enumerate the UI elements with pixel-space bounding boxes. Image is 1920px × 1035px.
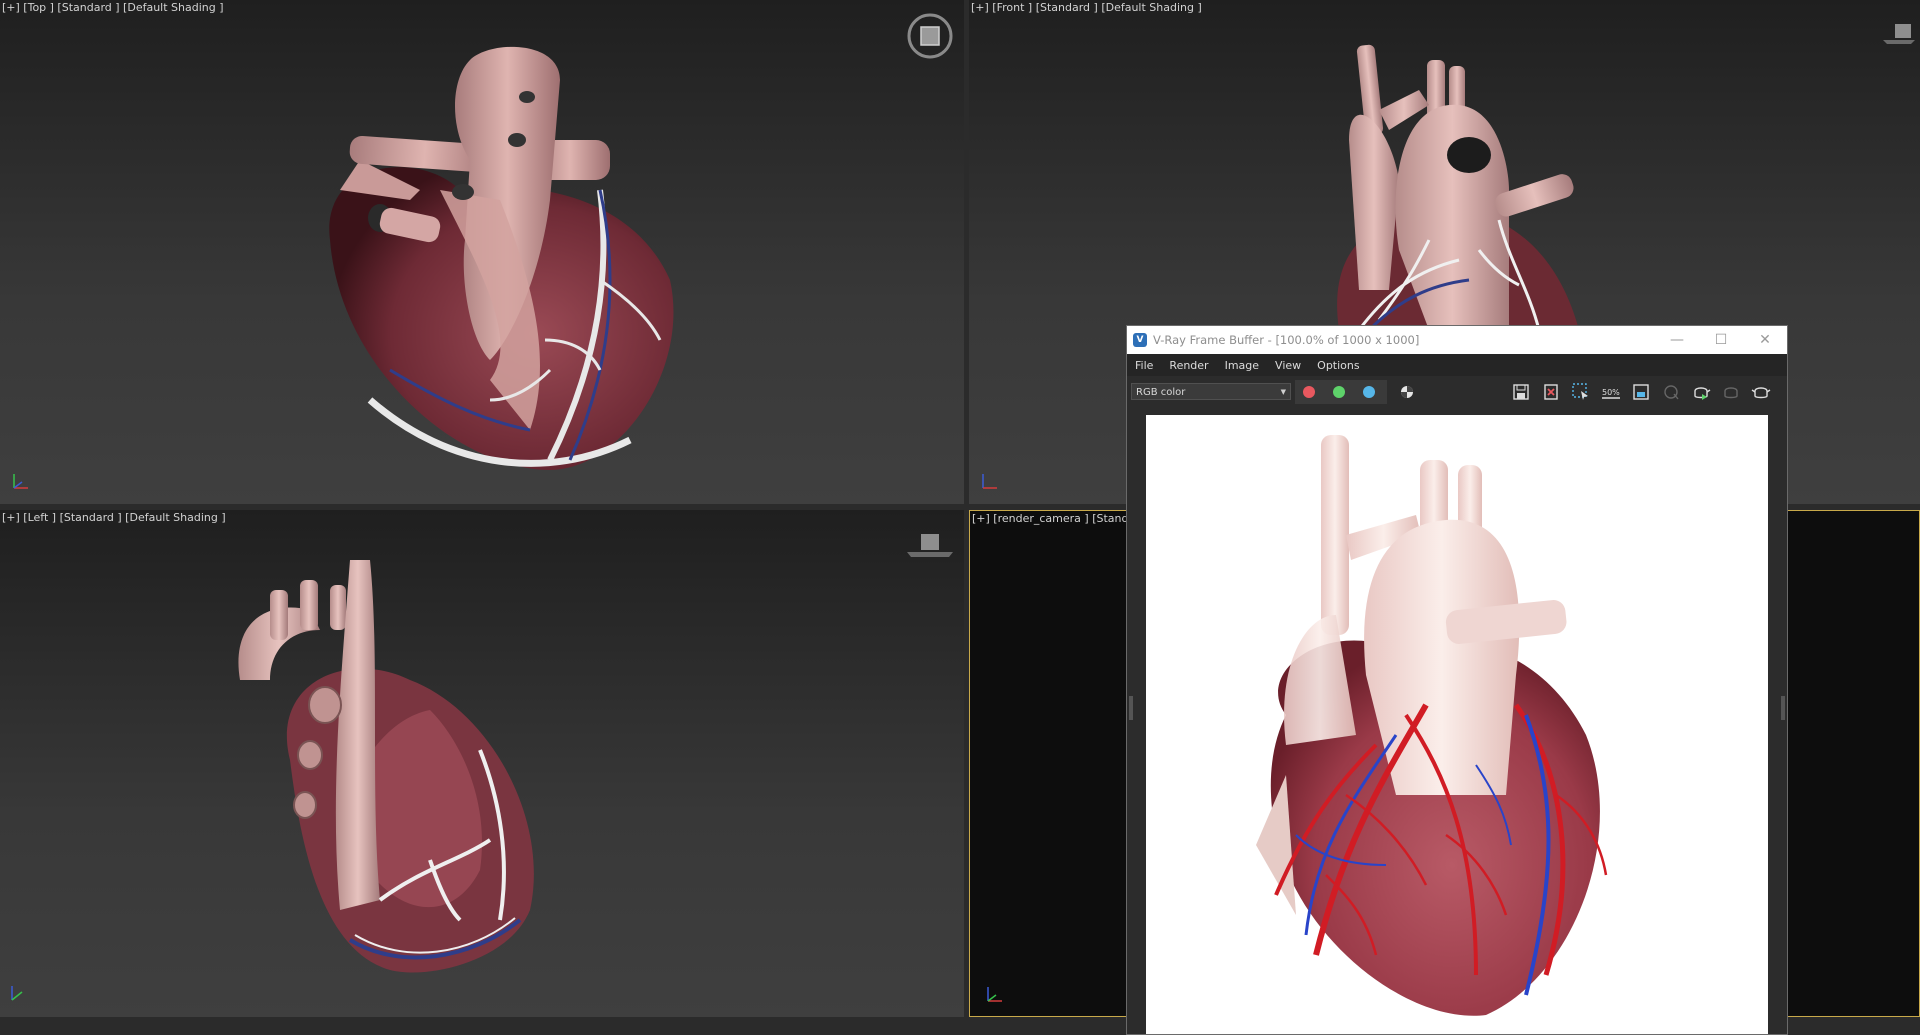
viewcube-icon[interactable] bbox=[905, 530, 955, 560]
red-channel-button[interactable] bbox=[1303, 386, 1315, 398]
region-select-icon[interactable] bbox=[1571, 382, 1591, 402]
heart-model-left bbox=[238, 560, 534, 973]
vfb-toolbar: RGB color ▼ 50% bbox=[1127, 376, 1787, 408]
left-resize-handle[interactable] bbox=[1129, 696, 1133, 720]
heart-model-front bbox=[1337, 44, 1579, 330]
alpha-channel-icon[interactable] bbox=[1397, 382, 1417, 402]
viewport-front-label[interactable]: [+] [Front ] [Standard ] [Default Shadin… bbox=[971, 1, 1202, 14]
menu-options[interactable]: Options bbox=[1309, 359, 1367, 372]
axis-tripod-icon bbox=[13, 474, 28, 489]
axis-tripod-icon bbox=[982, 474, 997, 489]
right-resize-handle[interactable] bbox=[1781, 696, 1785, 720]
close-button[interactable]: ✕ bbox=[1743, 326, 1787, 354]
channel-toggle-group bbox=[1295, 380, 1387, 404]
minimize-button[interactable]: — bbox=[1655, 326, 1699, 354]
vfb-title-bar[interactable]: V V-Ray Frame Buffer - [100.0% of 1000 x… bbox=[1127, 326, 1787, 354]
rendered-heart bbox=[1256, 435, 1608, 1016]
viewcube-icon[interactable] bbox=[1881, 18, 1917, 48]
axis-tripod-icon bbox=[11, 986, 23, 1001]
last-region-icon[interactable] bbox=[1661, 382, 1681, 402]
zoom-50-text: 50% bbox=[1602, 388, 1620, 397]
viewport-left[interactable]: [+] [Left ] [Standard ] [Default Shading… bbox=[0, 510, 964, 1017]
vfb-menu-bar: File Render Image View Options bbox=[1127, 354, 1787, 376]
save-icon[interactable] bbox=[1511, 382, 1531, 402]
menu-image[interactable]: Image bbox=[1217, 359, 1267, 372]
green-channel-button[interactable] bbox=[1333, 386, 1345, 398]
viewport-top[interactable]: [+] [Top ] [Standard ] [Default Shading … bbox=[0, 0, 964, 504]
blue-channel-button[interactable] bbox=[1363, 386, 1375, 398]
viewport-camera-label[interactable]: [+] [render_camera ] [Standard bbox=[972, 512, 1147, 525]
channel-select-value: RGB color bbox=[1136, 387, 1186, 398]
render-image[interactable] bbox=[1146, 415, 1768, 1034]
menu-file[interactable]: File bbox=[1127, 359, 1161, 372]
chevron-down-icon: ▼ bbox=[1280, 388, 1286, 396]
axis-tripod-icon bbox=[987, 987, 1002, 1002]
vray-frame-buffer-window[interactable]: V V-Ray Frame Buffer - [100.0% of 1000 x… bbox=[1126, 325, 1788, 1035]
heart-model-top bbox=[329, 46, 674, 470]
vfb-title-text: V-Ray Frame Buffer - [100.0% of 1000 x 1… bbox=[1153, 333, 1420, 347]
maximize-button[interactable]: ☐ bbox=[1699, 326, 1743, 354]
channel-select[interactable]: RGB color ▼ bbox=[1131, 383, 1291, 400]
menu-render[interactable]: Render bbox=[1161, 359, 1216, 372]
viewcube-icon[interactable] bbox=[906, 12, 954, 60]
viewport-left-label[interactable]: [+] [Left ] [Standard ] [Default Shading… bbox=[2, 511, 226, 524]
render-teapot-icon[interactable] bbox=[1691, 382, 1711, 402]
viewport-top-label[interactable]: [+] [Top ] [Standard ] [Default Shading … bbox=[2, 1, 224, 14]
clear-icon[interactable] bbox=[1541, 382, 1561, 402]
vray-logo-icon: V bbox=[1133, 333, 1147, 347]
zoom-50-icon[interactable]: 50% bbox=[1601, 382, 1621, 402]
menu-view[interactable]: View bbox=[1267, 359, 1309, 372]
teapot-icon[interactable] bbox=[1751, 382, 1771, 402]
frame-icon[interactable] bbox=[1631, 382, 1651, 402]
stop-teapot-icon[interactable] bbox=[1721, 382, 1741, 402]
